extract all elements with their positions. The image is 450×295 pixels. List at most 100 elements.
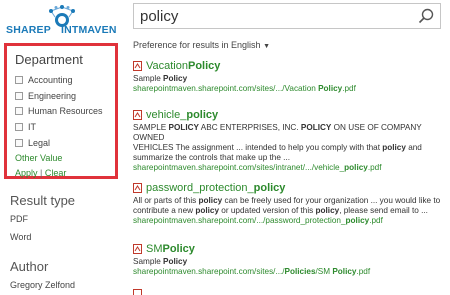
result-title-link[interactable]: Vacation Policy — [133, 60, 445, 72]
result-title-text: Vacation — [146, 60, 188, 72]
refiner-option-label: Legal — [28, 138, 51, 148]
separator: | — [40, 168, 43, 178]
sharepointmaven-logo[interactable]: SHAREP INTMAVEN — [6, 2, 124, 44]
result-type-option[interactable]: PDF — [10, 214, 28, 224]
snippet-text: All or parts of this — [133, 196, 199, 205]
snippet-text: VEHICLES The assignment ... intended to … — [133, 143, 383, 152]
refiner-option[interactable]: Engineering — [15, 91, 76, 101]
result-title-text: vehicle_ — [146, 109, 187, 121]
url-hit: Policy — [332, 267, 357, 276]
search-icon[interactable] — [418, 8, 434, 24]
result-title-hit: policy — [253, 182, 286, 194]
url-text: sharepointmaven.sharepoint.com/.../passw… — [133, 216, 346, 225]
pdf-icon — [133, 110, 142, 120]
checkbox[interactable] — [15, 123, 23, 131]
refiner-option-label: Accounting — [28, 75, 73, 85]
url-text: .pdf — [342, 84, 356, 93]
checkbox[interactable] — [15, 76, 23, 84]
snippet-hit: policy — [195, 206, 220, 215]
snippet-line: SAMPLE POLICY ABC ENTERPRISES, INC. POLI… — [133, 123, 445, 143]
result-url[interactable]: sharepointmaven.sharepoint.com/.../passw… — [133, 216, 445, 226]
snippet-text: Sample — [133, 74, 164, 83]
url-text: .pdf — [369, 216, 383, 225]
url-hit: policy — [345, 216, 370, 225]
url-text: /SM — [315, 267, 333, 276]
refiner-option-label: Human Resources — [28, 106, 103, 116]
result-snippet: Sample Policy — [133, 257, 445, 267]
result-title-text: SM — [146, 243, 163, 255]
result-type-option[interactable]: Word — [10, 232, 31, 242]
snippet-line: All or parts of this policy can be freel… — [133, 196, 445, 206]
search-box — [133, 3, 441, 29]
result-url[interactable]: sharepointmaven.sharepoint.com/sites/...… — [133, 84, 445, 94]
refiner-title: Department — [15, 52, 83, 67]
url-text: sharepointmaven.sharepoint.com/sites/...… — [133, 267, 285, 276]
checkbox[interactable] — [15, 92, 23, 100]
result-snippet: All or parts of this policy can be freel… — [133, 196, 445, 216]
snippet-line: VEHICLES The assignment ... intended to … — [133, 143, 445, 153]
snippet-text: contribute a new — [133, 206, 196, 215]
url-text: sharepointmaven.sharepoint.com/sites/int… — [133, 163, 345, 172]
pdf-icon — [133, 183, 142, 193]
refiner-option-label: Engineering — [28, 91, 77, 101]
snippet-line: contribute a new policy or updated versi… — [133, 206, 445, 216]
snippet-text: summarize the controls that make up the … — [133, 153, 290, 162]
result-title-link[interactable]: vehicle_ policy — [133, 109, 445, 121]
author-option[interactable]: Gregory Zelfond — [10, 280, 75, 290]
snippet-line: summarize the controls that make up the … — [133, 153, 445, 163]
pdf-icon — [133, 244, 142, 254]
snippet-text: can be freely used for your organization… — [222, 196, 441, 205]
result-title-link[interactable]: password_protection_ policy — [133, 182, 445, 194]
result-title-hit: Policy — [188, 60, 221, 72]
language-preference-label: Preference for results in English — [133, 40, 261, 50]
snippet-hit: POLICY — [300, 123, 332, 132]
snippet-text: , please send email to ... — [339, 206, 428, 215]
result-type-title: Result type — [10, 193, 76, 208]
search-result: vehicle_ policy SAMPLE POLICY ABC ENTERPR… — [133, 109, 445, 173]
author-title: Author — [10, 259, 49, 274]
search-result: SM Policy Sample Policy sharepointmaven.… — [133, 243, 445, 277]
result-url[interactable]: sharepointmaven.sharepoint.com/sites/...… — [133, 267, 445, 277]
snippet-hit: policy — [198, 196, 223, 205]
url-hit: policy — [344, 163, 368, 172]
refiner-option-label: IT — [28, 122, 36, 132]
language-preference[interactable]: Preference for results in English ▼ — [133, 40, 270, 50]
result-title-link[interactable]: SM Policy — [133, 243, 445, 255]
snippet-hit: Policy — [163, 74, 188, 83]
refiner-option[interactable]: Accounting — [15, 75, 73, 85]
search-result: password_protection_ policy All or parts … — [133, 182, 445, 226]
url-text: .pdf — [356, 267, 371, 276]
snippet-text: and — [405, 143, 422, 152]
clear-link[interactable]: Clear — [45, 168, 67, 178]
refiner-option[interactable]: Legal — [15, 138, 50, 148]
refiner-actions: Apply | Clear — [15, 168, 66, 178]
snippet-text: SAMPLE — [133, 123, 169, 132]
search-input[interactable] — [140, 6, 410, 26]
other-value-link[interactable]: Other Value — [15, 153, 62, 163]
pdf-icon — [133, 61, 142, 71]
refiner-option[interactable]: IT — [15, 122, 36, 132]
url-hit: Policy — [318, 84, 343, 93]
url-text: sharepointmaven.sharepoint.com/sites/...… — [133, 84, 319, 93]
checkbox[interactable] — [15, 107, 23, 115]
result-title-hit: policy — [186, 109, 219, 121]
apply-link[interactable]: Apply — [15, 168, 38, 178]
snippet-text: ABC ENTERPRISES, INC. — [198, 123, 301, 132]
result-snippet: Sample Policy — [133, 74, 445, 84]
snippet-text: or updated version of this — [219, 206, 316, 215]
snippet-hit: Policy — [163, 257, 188, 266]
pdf-icon — [133, 289, 142, 295]
department-refiner: Department Accounting Engineering Human … — [4, 43, 118, 179]
refiner-option[interactable]: Human Resources — [15, 106, 103, 116]
logo-text: SHAREP INTMAVEN — [6, 24, 117, 36]
snippet-hit: policy — [382, 143, 406, 152]
result-snippet: SAMPLE POLICY ABC ENTERPRISES, INC. POLI… — [133, 123, 445, 163]
result-title-text: password_protection_ — [146, 182, 254, 194]
snippet-text: Sample — [133, 257, 164, 266]
result-title-hit: Policy — [162, 243, 195, 255]
snippet-hit: POLICY — [168, 123, 199, 132]
checkbox[interactable] — [15, 139, 23, 147]
snippet-hit: policy — [315, 206, 340, 215]
dropdown-caret-icon: ▼ — [263, 43, 271, 50]
result-url[interactable]: sharepointmaven.sharepoint.com/sites/int… — [133, 163, 445, 173]
